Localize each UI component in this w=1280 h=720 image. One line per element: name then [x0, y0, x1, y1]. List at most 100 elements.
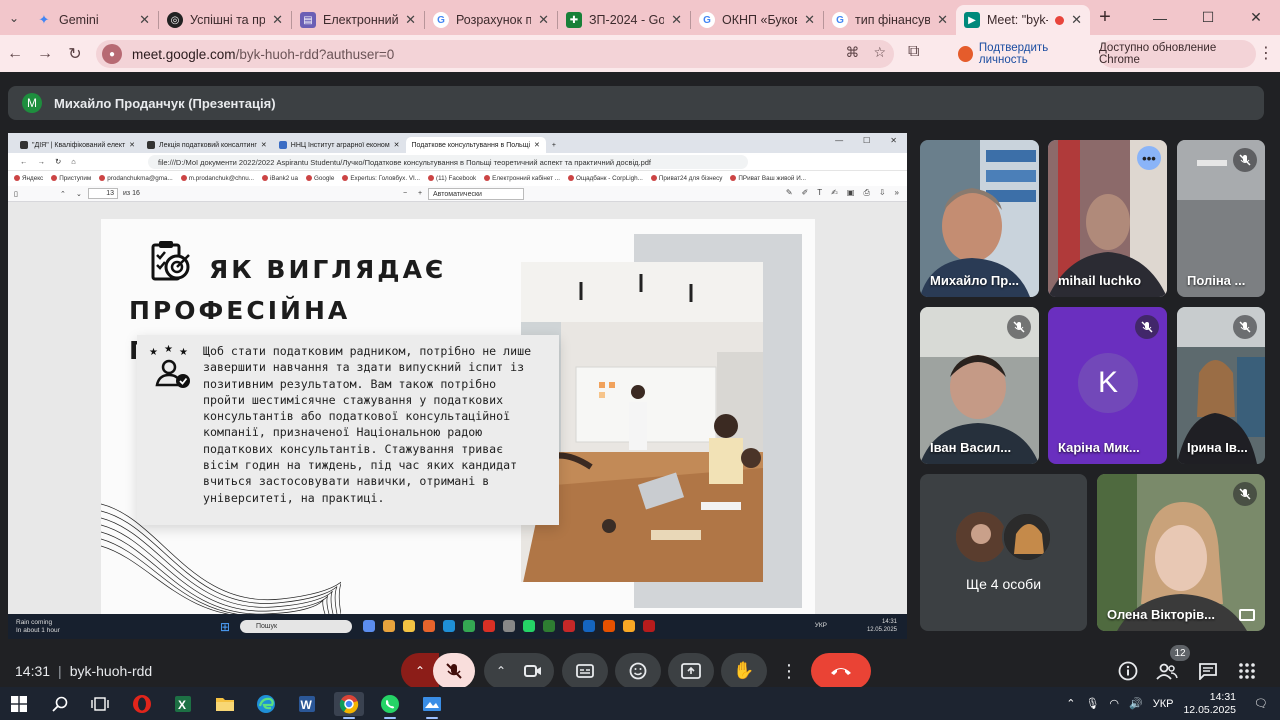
search-icon[interactable]: [45, 692, 75, 716]
browser-toolbar: ← → ↻ ● meet.google.com/byk-huoh-rdd?aut…: [0, 35, 1280, 72]
address-bar[interactable]: ● meet.google.com/byk-huoh-rdd?authuser=…: [96, 40, 894, 68]
browser-tab[interactable]: ✚ ЗП-2024 - Goog ✕: [558, 5, 690, 35]
shared-minimize-icon: —: [835, 136, 844, 145]
chevron-up-icon: ⌃: [495, 664, 507, 678]
muted-mic-icon: [446, 663, 462, 679]
browser-tab[interactable]: G тип фінансуван ✕: [824, 5, 956, 35]
shared-close-icon: ✕: [890, 136, 897, 145]
pdf-viewer: ЯК ВИГЛЯДАЄ ПРОФЕСІЙНА ПРАКТИКА? ★ ★ ★ Щ…: [8, 202, 907, 614]
people-icon[interactable]: [1155, 659, 1179, 683]
reactions-button[interactable]: [615, 653, 661, 689]
wifi-icon[interactable]: ◠: [1109, 697, 1119, 710]
presenter-bar: M Михайло Проданчук (Презентація): [8, 86, 1264, 120]
tab-close-icon[interactable]: ✕: [937, 12, 948, 28]
pip-icon[interactable]: [1239, 609, 1255, 621]
participant-tile[interactable]: Олена Вікторів...: [1097, 474, 1265, 631]
opera-icon[interactable]: [127, 692, 157, 716]
close-window-icon[interactable]: ✕: [1232, 0, 1280, 35]
pdf-slide: ЯК ВИГЛЯДАЄ ПРОФЕСІЙНА ПРАКТИКА? ★ ★ ★ Щ…: [101, 219, 815, 614]
new-tab-plus-icon[interactable]: +: [1090, 0, 1120, 35]
volume-icon[interactable]: 🔊: [1129, 697, 1143, 710]
firefox-icon: [423, 620, 435, 632]
present-screen-button[interactable]: [668, 653, 714, 689]
app-window-icon[interactable]: [417, 692, 447, 719]
tab-close-icon[interactable]: ✕: [671, 12, 682, 28]
browser-tab[interactable]: ◎ Успішні та проваль ✕: [159, 5, 291, 35]
shared-lang: УКР: [814, 622, 827, 629]
more-options-button[interactable]: ⋮: [774, 653, 804, 689]
tab-close-icon[interactable]: ✕: [272, 12, 283, 28]
taskbar-clock[interactable]: 14:31 12.05.2025: [1183, 691, 1236, 717]
back-arrow-icon[interactable]: ←: [0, 39, 30, 69]
participant-tile[interactable]: Іван Васил...: [920, 307, 1039, 464]
verify-identity-button[interactable]: Подтвердить личность: [950, 40, 1092, 68]
windows-start-icon[interactable]: [4, 692, 34, 716]
browser-tab-active[interactable]: ▶ Meet: "byk-h ✕: [956, 5, 1090, 35]
extensions-puzzle-icon[interactable]: ⧉: [908, 43, 919, 61]
participant-tile[interactable]: Михайло Пр...: [920, 140, 1039, 297]
browser-tab[interactable]: ✦ Gemini ✕: [28, 5, 158, 35]
reload-icon[interactable]: ↻: [60, 39, 90, 69]
camera-button[interactable]: ⌃: [484, 653, 554, 689]
participant-name: Поліна ...: [1187, 273, 1246, 288]
browser-tab[interactable]: ▤ Електронний каб ✕: [292, 5, 424, 35]
site-info-icon[interactable]: ●: [102, 44, 122, 64]
chrome-menu-icon[interactable]: ⋮: [1258, 43, 1274, 63]
activities-grid-icon[interactable]: [1235, 659, 1259, 683]
task-view-icon[interactable]: [85, 692, 115, 716]
microphone-button[interactable]: [433, 653, 475, 689]
page-down-icon: ⌄: [76, 190, 82, 198]
meeting-details-icon[interactable]: [1116, 659, 1140, 683]
sheets-icon: ✚: [566, 12, 582, 28]
browser-tab[interactable]: G Розрахунок пок ✕: [425, 5, 557, 35]
excel-icon[interactable]: X: [168, 692, 198, 716]
edge-icon[interactable]: [251, 692, 281, 716]
svg-text:★: ★: [179, 347, 188, 358]
keyboard-lang[interactable]: УКР: [1153, 698, 1174, 710]
shared-maximize-icon: ☐: [863, 136, 871, 145]
file-explorer-icon[interactable]: [210, 692, 240, 716]
participant-tile[interactable]: ••• mihail luchko: [1048, 140, 1167, 297]
presenter-avatar: M: [22, 93, 42, 113]
raise-hand-button[interactable]: ✋: [721, 653, 767, 689]
forward-arrow-icon[interactable]: →: [30, 39, 60, 69]
chrome-icon[interactable]: [334, 692, 364, 719]
more-options-icon[interactable]: •••: [1137, 146, 1161, 170]
minimize-icon[interactable]: —: [1136, 0, 1184, 35]
tray-chevron-icon[interactable]: ⌃: [1066, 697, 1075, 710]
warning-icon: [623, 620, 635, 632]
leave-call-button[interactable]: [811, 653, 871, 689]
tab-close-icon[interactable]: ✕: [405, 12, 416, 28]
participant-count-badge: 12: [1170, 645, 1190, 661]
chat-icon[interactable]: [1196, 659, 1220, 683]
tab-close-icon[interactable]: ✕: [139, 12, 150, 28]
others-tile[interactable]: Ще 4 особи: [920, 474, 1087, 631]
tray-mic-icon[interactable]: 🎙: [1085, 697, 1099, 710]
save-icon: ⇩: [878, 188, 886, 197]
chrome-update-button[interactable]: Доступно обновление Chrome: [1099, 40, 1256, 68]
participant-name: mihail luchko: [1058, 273, 1142, 288]
shared-url: file:///D:/Мої документи 2022/2022 Aspir…: [148, 155, 748, 169]
browser-tab[interactable]: G ОКНП «Буковин ✕: [691, 5, 823, 35]
tab-close-icon[interactable]: ✕: [1071, 12, 1082, 28]
app-icon: [643, 620, 655, 632]
tab-search-chevron-icon[interactable]: ⌄: [0, 0, 28, 35]
sidebar-toggle-icon: ▯: [14, 190, 18, 198]
tab-close-icon[interactable]: ✕: [538, 12, 549, 28]
tab-close-icon[interactable]: ✕: [804, 12, 815, 28]
others-avatar: [956, 512, 1006, 562]
notifications-icon[interactable]: 🗨: [1254, 697, 1268, 710]
participant-tile[interactable]: K Каріна Мик...: [1048, 307, 1167, 464]
participant-tile[interactable]: Ірина Ів...: [1177, 307, 1265, 464]
translate-icon[interactable]: ⌘: [845, 44, 859, 61]
participant-tile[interactable]: Поліна ...: [1177, 140, 1265, 297]
recording-dot-icon: [1055, 15, 1065, 25]
maximize-icon[interactable]: ☐: [1184, 0, 1232, 35]
shared-back-icon: ←: [20, 157, 28, 166]
present-screen-icon: [681, 663, 701, 679]
word-icon[interactable]: W: [292, 692, 322, 716]
bookmark-star-icon[interactable]: ☆: [873, 44, 886, 61]
whatsapp-icon[interactable]: [375, 692, 405, 719]
highlight-icon: ✎: [785, 188, 793, 197]
captions-button[interactable]: [562, 653, 608, 689]
